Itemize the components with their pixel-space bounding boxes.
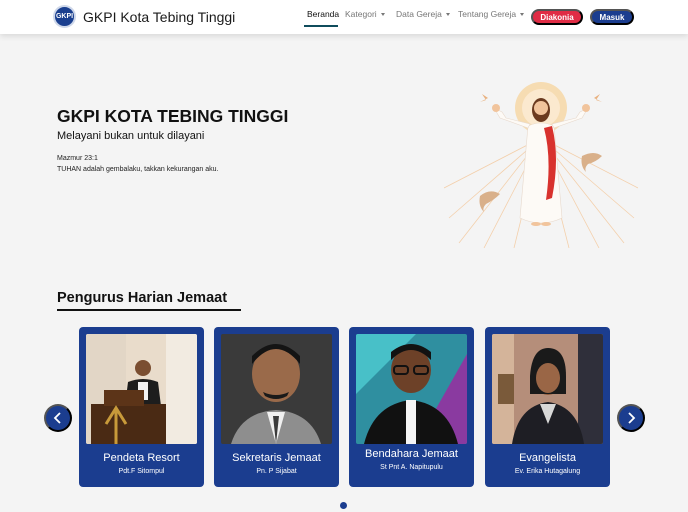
staff-photo xyxy=(86,334,197,444)
brand-link[interactable]: GKPI GKPI Kota Tebing Tinggi xyxy=(53,5,235,28)
nav-data-gereja[interactable]: Data Gereja xyxy=(396,9,450,19)
nav-tentang-gereja-label: Tentang Gereja xyxy=(458,9,517,19)
masuk-button[interactable]: Masuk xyxy=(590,9,634,25)
carousel-next-button[interactable] xyxy=(617,404,645,432)
caret-down-icon xyxy=(520,13,525,16)
chevron-right-icon xyxy=(628,412,636,424)
chevron-left-icon xyxy=(53,412,61,424)
caret-down-icon xyxy=(380,13,385,16)
church-logo-icon: GKPI xyxy=(53,5,76,28)
staff-card[interactable]: Sekretaris Jemaat Pn. P Sijabat xyxy=(214,327,339,487)
staff-photo xyxy=(356,334,467,444)
staff-role: Sekretaris Jemaat xyxy=(232,452,321,464)
nav-beranda[interactable]: Beranda xyxy=(307,9,339,19)
nav-kategori[interactable]: Kategori xyxy=(345,9,385,19)
staff-role: Evangelista xyxy=(519,452,576,464)
caret-down-icon xyxy=(445,13,450,16)
staff-role: Pendeta Resort xyxy=(103,452,180,464)
verse-reference: Mazmur 23:1 xyxy=(57,155,98,162)
verse-text: TUHAN adalah gembalaku, takkan kekuranga… xyxy=(57,166,219,173)
nav-tentang-gereja[interactable]: Tentang Gereja xyxy=(458,9,525,19)
staff-name: Pn. P Sijabat xyxy=(256,468,297,475)
carousel-prev-button[interactable] xyxy=(44,404,72,432)
nav-data-gereja-label: Data Gereja xyxy=(396,9,442,19)
staff-photo xyxy=(492,334,603,444)
staff-role: Bendahara Jemaat xyxy=(365,448,458,460)
staff-name: Ev. Erika Hutagalung xyxy=(514,468,581,475)
staff-card[interactable]: Bendahara Jemaat St Pnt A. Napitupulu xyxy=(349,327,474,487)
brand-name: GKPI Kota Tebing Tinggi xyxy=(83,8,236,25)
staff-name: Pdt.F Sitompul xyxy=(118,468,165,475)
staff-card[interactable]: Pendeta Resort Pdt.F Sitompul xyxy=(79,327,204,487)
navbar: GKPI GKPI Kota Tebing Tinggi Beranda Kat… xyxy=(0,0,688,34)
hero-title: GKPI KOTA TEBING TINGGI xyxy=(57,106,289,126)
carousel-indicator[interactable] xyxy=(340,502,347,509)
section-title-underline xyxy=(57,309,241,311)
diakonia-button[interactable]: Diakonia xyxy=(531,9,583,25)
hero-subtitle: Melayani bukan untuk dilayani xyxy=(57,130,205,142)
nav-kategori-label: Kategori xyxy=(345,9,377,19)
active-nav-indicator xyxy=(304,25,338,27)
section-title: Pengurus Harian Jemaat xyxy=(57,290,228,306)
staff-card[interactable]: Evangelista Ev. Erika Hutagalung xyxy=(485,327,610,487)
jesus-illustration xyxy=(444,82,638,248)
staff-name: St Pnt A. Napitupulu xyxy=(380,464,443,471)
staff-photo xyxy=(221,334,332,444)
